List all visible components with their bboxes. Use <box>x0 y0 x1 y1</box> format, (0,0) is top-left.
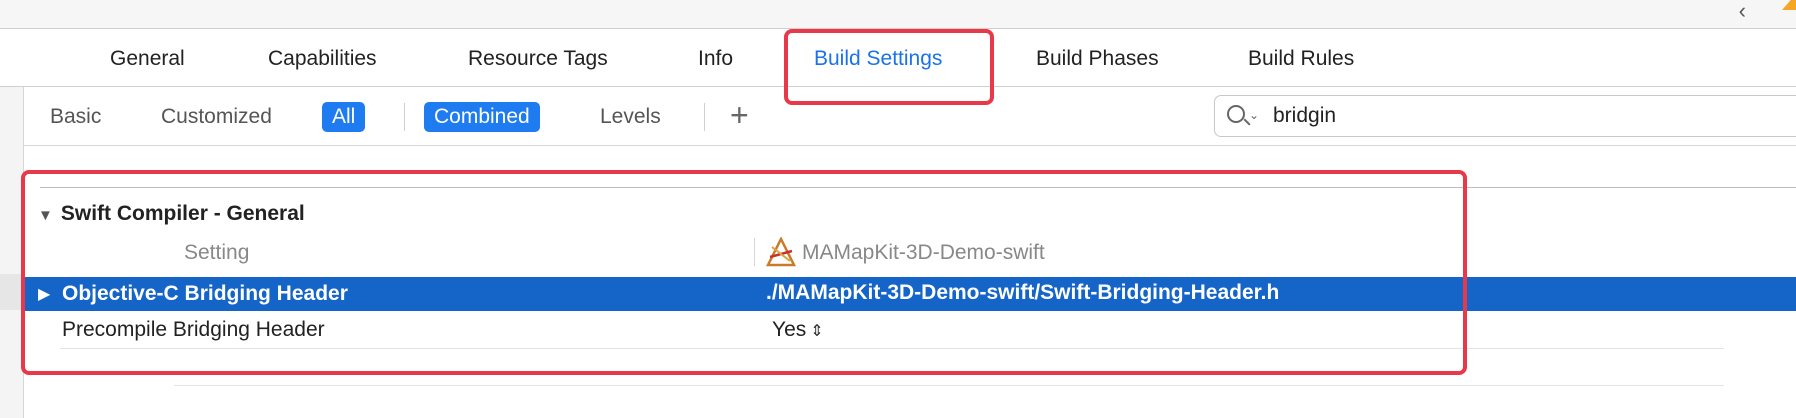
left-sidebar-strip <box>0 87 24 418</box>
filter-basic-button[interactable]: Basic <box>40 102 111 132</box>
up-down-stepper-icon[interactable]: ⇕ <box>810 323 823 340</box>
setting-value[interactable]: Yes ⇕ <box>772 318 824 342</box>
setting-name: Precompile Bridging Header <box>62 318 325 341</box>
tab-build-phases[interactable]: Build Phases <box>1036 47 1159 71</box>
column-header-target: MAMapKit-3D-Demo-swift <box>802 241 1045 264</box>
tab-resource-tags[interactable]: Resource Tags <box>468 47 608 71</box>
window-top-bar: ‹ <box>0 0 1796 29</box>
divider <box>704 103 705 131</box>
editor-tab-bar: General Capabilities Resource Tags Info … <box>0 29 1796 87</box>
divider <box>404 103 405 131</box>
tab-build-rules[interactable]: Build Rules <box>1248 47 1354 71</box>
chevron-left-icon[interactable]: ‹ <box>1739 0 1746 24</box>
view-combined-button[interactable]: Combined <box>424 102 540 132</box>
sidebar-selection <box>0 274 23 310</box>
chevron-down-icon[interactable]: ⌄ <box>1249 108 1259 122</box>
search-input[interactable] <box>1271 100 1795 132</box>
setting-name: Objective-C Bridging Header <box>62 282 348 305</box>
setting-value[interactable]: ./MAMapKit-3D-Demo-swift/Swift-Bridging-… <box>766 281 1279 305</box>
setting-row[interactable]: Precompile Bridging Header Yes ⇕ <box>24 313 1624 347</box>
view-levels-button[interactable]: Levels <box>590 102 671 132</box>
search-icon <box>1227 105 1245 123</box>
add-setting-button[interactable]: + <box>730 97 749 134</box>
row-separator <box>174 385 1724 386</box>
column-header-setting: Setting <box>184 241 250 264</box>
column-divider <box>754 238 755 266</box>
section-title: Swift Compiler - General <box>60 202 305 225</box>
warning-icon[interactable] <box>1782 0 1796 10</box>
setting-row-selected[interactable]: ▶ Objective-C Bridging Header ./MAMapKit… <box>24 277 1796 311</box>
divider <box>40 187 1796 188</box>
setting-value-text: Yes <box>772 318 807 341</box>
tab-build-settings[interactable]: Build Settings <box>814 47 942 71</box>
disclosure-triangle-down-icon[interactable]: ▼ <box>38 207 53 224</box>
tab-info[interactable]: Info <box>698 47 733 71</box>
build-settings-filter-bar: Basic Customized All Combined Levels + ⌄ <box>24 87 1796 146</box>
filter-all-button[interactable]: All <box>322 102 366 132</box>
filter-customized-button[interactable]: Customized <box>151 102 282 132</box>
row-separator <box>60 348 1724 349</box>
search-field[interactable]: ⌄ <box>1214 95 1796 137</box>
disclosure-triangle-right-icon[interactable]: ▶ <box>38 284 50 304</box>
tab-capabilities[interactable]: Capabilities <box>268 47 377 71</box>
build-settings-list: ▼ Swift Compiler - General Setting MAMapK… <box>24 146 1796 418</box>
section-header[interactable]: ▼ Swift Compiler - General <box>38 202 305 226</box>
xcode-app-icon <box>766 237 796 267</box>
tab-general[interactable]: General <box>110 47 185 71</box>
